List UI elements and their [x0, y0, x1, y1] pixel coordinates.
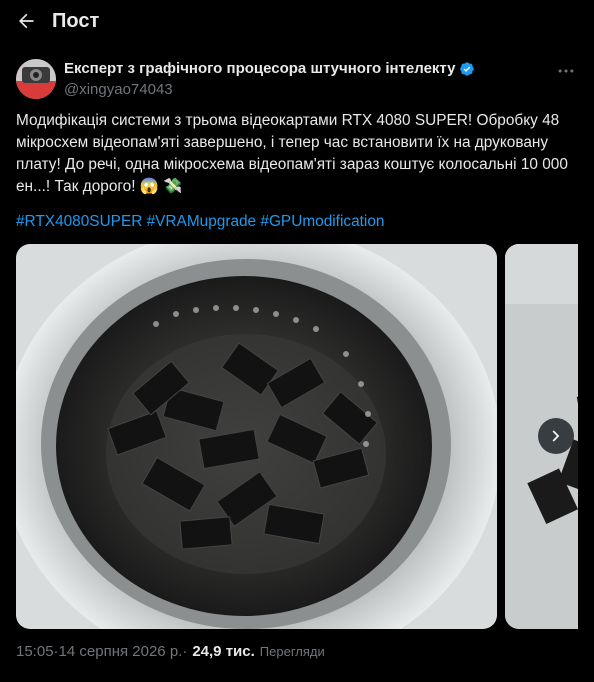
post-hashtags: #RTX4080SUPER #VRAMupgrade #GPUmodificat…	[16, 211, 582, 233]
chevron-right-icon	[552, 430, 560, 442]
hashtag-link[interactable]: #RTX4080SUPER	[16, 213, 142, 230]
post-text: Модифікація системи з трьома відеокартам…	[16, 112, 573, 195]
page-title: Пост	[52, 10, 100, 32]
author-handle[interactable]: @xingyao74043	[64, 81, 173, 98]
separator: ·	[182, 643, 188, 660]
hashtag-link[interactable]: #GPUmodification	[260, 213, 384, 230]
post-photo[interactable]	[16, 244, 497, 629]
hashtag-link[interactable]: #VRAMupgrade	[147, 213, 257, 230]
media-carousel	[16, 244, 578, 629]
post-date[interactable]: 14 серпня 2026 р.	[59, 643, 183, 660]
views-count[interactable]: 24,9 тис.	[192, 643, 254, 660]
carousel-next-button[interactable]	[538, 418, 574, 454]
author-name[interactable]: Експерт з графічного процесора штучного …	[64, 60, 455, 77]
back-button[interactable]	[14, 9, 38, 33]
top-bar: Пост	[0, 0, 594, 44]
post-author: Експерт з графічного процесора штучного …	[16, 59, 578, 103]
verified-badge-icon	[460, 61, 475, 76]
author-name-row: Експерт з графічного процесора штучного …	[64, 60, 475, 77]
photo-vram-chips-in-cleaner	[16, 244, 497, 629]
back-arrow-icon	[19, 13, 34, 29]
post-time[interactable]: 15:05	[16, 643, 54, 660]
post-metadata: 15:05 · 14 серпня 2026 р. · 24,9 тис. Пе…	[16, 643, 325, 660]
more-options-button[interactable]	[554, 61, 578, 81]
more-options-icon	[558, 69, 574, 73]
views-label: Перегляди	[259, 644, 325, 659]
avatar[interactable]	[16, 59, 56, 99]
avatar-image	[16, 59, 56, 99]
